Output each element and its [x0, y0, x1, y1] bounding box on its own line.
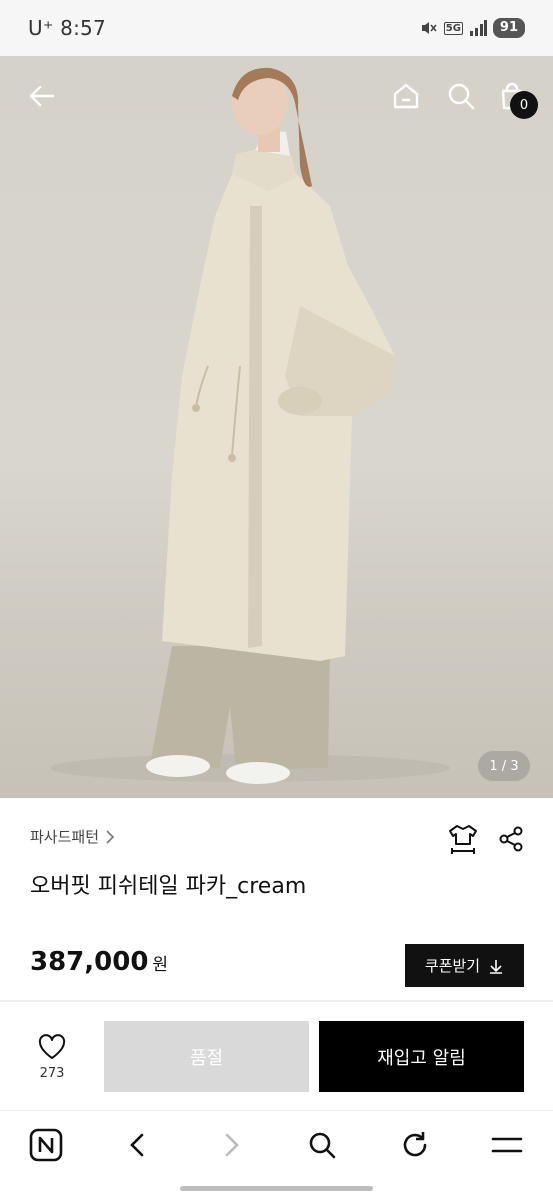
browser-search-button[interactable]: [300, 1123, 344, 1167]
back-icon: [130, 1133, 144, 1157]
product-title: 오버핏 피쉬테일 파카_cream: [30, 874, 307, 899]
share-icon: [499, 826, 523, 852]
battery-indicator: 91: [492, 18, 525, 38]
back-button[interactable]: [20, 74, 64, 118]
browser-menu-button[interactable]: [485, 1123, 529, 1167]
home-indicator[interactable]: [180, 1186, 373, 1191]
brand-name: 파사드패턴: [30, 828, 100, 846]
cart-count-badge: 0: [510, 91, 538, 119]
like-button[interactable]: 273: [28, 1034, 76, 1081]
mute-icon: [421, 22, 437, 34]
home-button[interactable]: [384, 74, 428, 118]
browser-back-button[interactable]: [116, 1123, 160, 1167]
size-guide-icon: [449, 825, 477, 854]
search-button[interactable]: [439, 74, 483, 118]
forward-icon: [225, 1133, 239, 1157]
brand-link[interactable]: 파사드패턴: [30, 826, 115, 847]
carrier-label: U⁺: [28, 16, 54, 40]
refresh-icon: [403, 1132, 427, 1157]
image-page-indicator: 1 / 3: [478, 751, 530, 781]
browser-nav-bar: [0, 1110, 553, 1178]
status-bar: U⁺ 8:57 5G 91: [0, 0, 553, 56]
status-time-group: U⁺ 8:57: [28, 16, 106, 40]
like-count: 273: [39, 1066, 65, 1081]
status-time: 8:57: [60, 16, 106, 40]
product-image-gallery[interactable]: 1 / 3: [0, 56, 553, 798]
menu-icon: [491, 1137, 523, 1153]
soldout-button[interactable]: 품절: [104, 1021, 309, 1092]
coupon-label: 쿠폰받기: [424, 957, 481, 975]
home-icon: [393, 83, 419, 109]
section-divider: [0, 1000, 553, 1002]
chevron-right-icon: [106, 829, 115, 844]
heart-icon: [38, 1034, 66, 1059]
signal-icon: [469, 20, 487, 36]
download-icon: [490, 959, 503, 974]
product-photo: [50, 67, 450, 784]
browser-refresh-button[interactable]: [393, 1123, 437, 1167]
browser-home-button[interactable]: [24, 1123, 68, 1167]
n-logo-icon: [29, 1128, 63, 1162]
size-guide-button[interactable]: [446, 822, 480, 856]
status-icons: 5G 91: [420, 18, 525, 38]
coupon-button[interactable]: 쿠폰받기: [405, 944, 524, 987]
search-icon: [309, 1132, 336, 1159]
browser-forward-button[interactable]: [209, 1123, 253, 1167]
price-value: 387,000: [30, 947, 149, 977]
product-actions: [446, 822, 528, 856]
network-icon: 5G: [443, 21, 463, 35]
price-currency: 원: [152, 955, 169, 975]
search-icon: [448, 83, 475, 110]
restock-alert-button[interactable]: 재입고 알림: [319, 1021, 524, 1092]
back-arrow-icon: [29, 85, 55, 107]
share-button[interactable]: [494, 822, 528, 856]
price: 387,000 원: [30, 947, 168, 977]
